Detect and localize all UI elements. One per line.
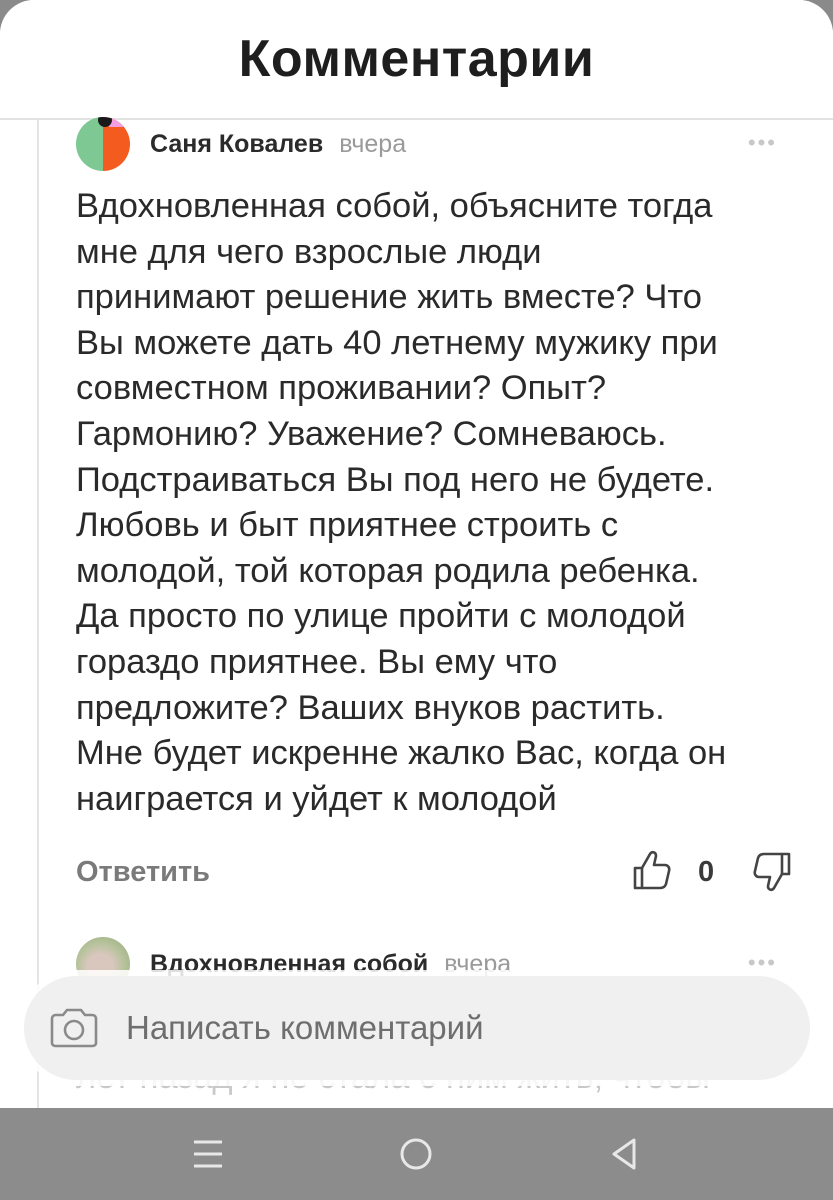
more-dots-icon[interactable]: ••• [748,132,777,154]
back-icon[interactable] [602,1132,646,1176]
home-icon[interactable] [394,1132,438,1176]
menu-icon[interactable] [186,1132,230,1176]
more-dots-icon[interactable]: ••• [748,952,777,974]
thumbs-up-icon[interactable] [631,848,673,892]
sheet-title: Комментарии [238,30,595,88]
comment-time: вчера [444,949,512,978]
comment-actions: Ответить 0 [76,850,833,896]
like-count: 0 [698,856,715,888]
thread-line [37,120,39,1108]
system-navbar [0,1108,833,1200]
comment-header: Саня Ковалев вчера ••• [76,117,833,171]
avatar[interactable] [76,117,130,171]
comment-time: вчера [339,129,407,158]
camera-icon[interactable] [48,1007,100,1049]
comment-author[interactable]: Саня Ковалев [150,130,323,159]
comments-sheet: Комментарии Саня Ковалев вчера ••• Вдохн… [0,0,833,1108]
comment-author[interactable]: Вдохновленная собой [150,950,428,979]
reply-button[interactable]: Ответить [76,856,210,889]
comment-input[interactable]: Написать комментарий [24,976,810,1080]
sheet-header: Комментарии [0,0,833,120]
comment: Саня Ковалев вчера ••• Вдохновленная соб… [76,117,833,892]
thumbs-down-icon[interactable] [751,850,793,894]
comment-text: Вдохновленная собой, объясните тогда мне… [76,187,727,818]
comment-input-placeholder: Написать комментарий [126,1009,484,1046]
